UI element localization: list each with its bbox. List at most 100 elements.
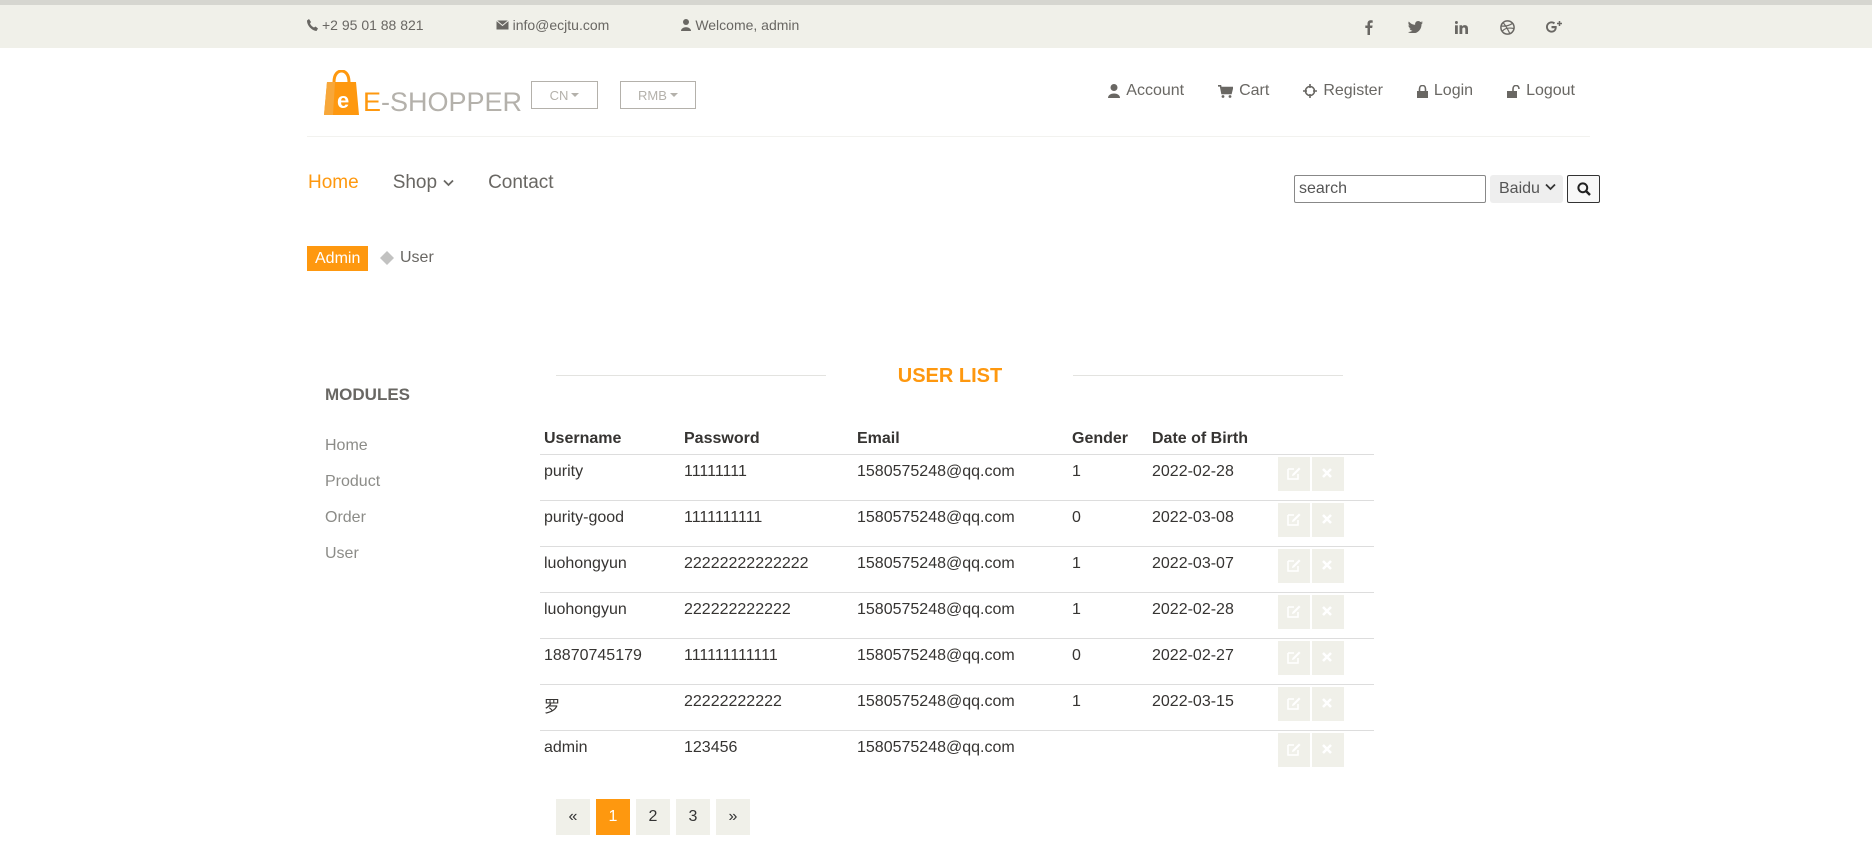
nav-home[interactable]: Home <box>308 172 359 194</box>
page-3[interactable]: 3 <box>676 799 710 835</box>
email-cell: 1580575248@qq.com <box>853 453 1068 500</box>
page-1[interactable]: 1 <box>596 799 630 835</box>
page-prev[interactable]: « <box>556 799 590 835</box>
search-engine-select[interactable]: Baidu <box>1490 175 1563 203</box>
twitter-icon[interactable] <box>1392 15 1438 39</box>
login-label: Login <box>1433 82 1474 99</box>
password-cell: 22222222222222 <box>680 545 853 592</box>
login-link[interactable]: Login <box>1416 82 1474 100</box>
close-icon <box>1322 559 1332 570</box>
password-cell: 1111111111 <box>680 499 853 546</box>
account-label: Account <box>1126 82 1185 99</box>
delete-button[interactable] <box>1312 732 1344 767</box>
logo-text-e: E <box>363 87 382 117</box>
user-icon <box>681 19 692 31</box>
column-header: Gender <box>1072 429 1129 447</box>
search-button[interactable] <box>1567 175 1600 203</box>
edit-button[interactable] <box>1278 502 1310 537</box>
edit-button[interactable] <box>1278 686 1310 721</box>
delete-button[interactable] <box>1312 594 1344 629</box>
phone-icon <box>307 19 318 31</box>
page-next[interactable]: » <box>716 799 750 835</box>
edit-button[interactable] <box>1278 732 1310 767</box>
site-logo[interactable]: e E-SHOPPER <box>324 70 523 117</box>
delete-button[interactable] <box>1312 456 1344 491</box>
edit-button[interactable] <box>1278 640 1310 675</box>
user-icon <box>1108 84 1121 98</box>
delete-button[interactable] <box>1312 502 1344 537</box>
dob-cell: 2022-02-28 <box>1148 453 1278 500</box>
row-actions <box>1278 637 1374 684</box>
shopping-cart-icon <box>1218 84 1234 98</box>
linkedin-icon[interactable] <box>1438 15 1484 39</box>
actions-header <box>1278 422 1374 454</box>
page: +2 95 01 88 821 info@ecjtu.com Welcome, … <box>0 0 1872 861</box>
language-value: CN <box>549 87 569 103</box>
delete-button[interactable] <box>1312 548 1344 583</box>
gender-cell: 0 <box>1068 637 1148 684</box>
breadcrumb-admin[interactable]: Admin <box>307 246 369 271</box>
main-nav: Home Shop Contact <box>308 172 588 194</box>
logo-text-rest: -SHOPPER <box>381 87 523 117</box>
username-cell: purity-good <box>540 499 680 546</box>
table-header-row: Username Password Email Gender Date of B… <box>540 422 1374 454</box>
dob-cell: 2022-03-08 <box>1148 499 1278 546</box>
nav-shop[interactable]: Shop <box>393 172 454 194</box>
gender-cell <box>1068 729 1148 776</box>
phone-info: +2 95 01 88 821 <box>307 17 460 33</box>
currency-dropdown[interactable]: RMB <box>620 81 696 109</box>
edit-icon <box>1287 513 1301 526</box>
table-row: luohongyun 222222222222 1580575248@qq.com 1… <box>540 591 1374 638</box>
sidebar-item-user[interactable]: User <box>325 545 380 581</box>
edit-icon <box>1287 559 1301 572</box>
facebook-icon[interactable] <box>1346 15 1392 39</box>
table-row: 罗 22222222222 1580575248@qq.com 1 2022-03-15 <box>540 683 1374 730</box>
edit-button[interactable] <box>1278 548 1310 583</box>
column-header: Date of Birth <box>1152 429 1248 447</box>
sidebar-item-home[interactable]: Home <box>325 437 380 473</box>
register-link[interactable]: Register <box>1303 82 1383 100</box>
password-cell: 11111111 <box>680 453 853 500</box>
close-icon <box>1322 605 1332 616</box>
row-actions <box>1278 499 1374 546</box>
gender-cell: 1 <box>1068 683 1148 730</box>
sidebar-item-order[interactable]: Order <box>325 509 380 545</box>
username-cell: admin <box>540 729 680 776</box>
search-input[interactable] <box>1294 175 1486 203</box>
header-divider <box>307 136 1590 137</box>
page-2[interactable]: 2 <box>636 799 670 835</box>
dob-cell <box>1148 729 1278 776</box>
language-dropdown[interactable]: CN <box>531 81 598 109</box>
password-cell: 222222222222 <box>680 591 853 638</box>
delete-button[interactable] <box>1312 640 1344 675</box>
username-cell: 罗 <box>540 683 680 730</box>
account-link[interactable]: Account <box>1108 82 1184 100</box>
welcome-text: Welcome, admin <box>695 17 800 33</box>
email-text: info@ecjtu.com <box>512 17 610 33</box>
close-icon <box>1322 651 1332 662</box>
register-label: Register <box>1323 82 1383 99</box>
dob-cell: 2022-02-28 <box>1148 591 1278 638</box>
gender-cell: 1 <box>1068 545 1148 592</box>
unlock-icon <box>1507 84 1520 98</box>
logout-link[interactable]: Logout <box>1507 82 1575 100</box>
cart-label: Cart <box>1239 82 1270 99</box>
close-icon <box>1322 467 1332 478</box>
svg-text:e: e <box>337 88 349 113</box>
google-plus-icon[interactable] <box>1530 15 1576 39</box>
delete-button[interactable] <box>1312 686 1344 721</box>
search-engine-value: Baidu <box>1499 180 1540 197</box>
cart-link[interactable]: Cart <box>1218 82 1269 100</box>
edit-icon <box>1287 605 1301 618</box>
edit-button[interactable] <box>1278 456 1310 491</box>
nav-contact[interactable]: Contact <box>488 172 553 194</box>
logout-label: Logout <box>1526 82 1575 99</box>
sidebar-item-product[interactable]: Product <box>325 473 380 509</box>
envelope-icon <box>495 20 509 30</box>
breadcrumb-separator-icon <box>380 251 394 265</box>
user-table: Username Password Email Gender Date of B… <box>540 422 1374 776</box>
table-row: 18870745179 111111111111 1580575248@qq.com… <box>540 637 1374 684</box>
dribbble-icon[interactable] <box>1484 15 1530 39</box>
username-cell: purity <box>540 453 680 500</box>
edit-button[interactable] <box>1278 594 1310 629</box>
